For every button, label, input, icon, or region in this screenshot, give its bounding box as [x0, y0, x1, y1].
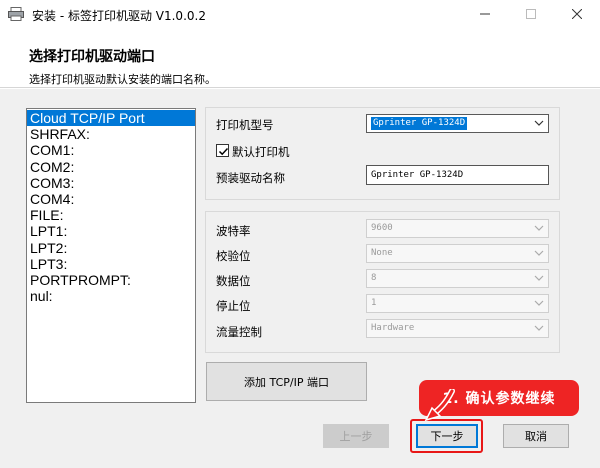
baud-rate-select[interactable]: 9600	[366, 219, 549, 238]
arrow-icon	[424, 389, 455, 422]
wizard-body: Cloud TCP/IP Port SHRFAX: COM1: COM2: COM3: C…	[0, 89, 600, 468]
port-item[interactable]: FILE:	[27, 207, 195, 223]
port-item[interactable]: PORTPROMPT:	[27, 272, 195, 288]
parity-select[interactable]: None	[366, 244, 549, 263]
port-item[interactable]: Cloud TCP/IP Port	[27, 110, 195, 127]
chevron-down-icon	[534, 225, 544, 231]
stop-bits-value: 1	[371, 298, 377, 308]
baud-rate-value: 9600	[371, 223, 393, 233]
chevron-down-icon	[534, 325, 544, 331]
wizard-header: 选择打印机驱动端口 选择打印机驱动默认安装的端口名称。	[0, 28, 600, 88]
port-item[interactable]: COM2:	[27, 159, 195, 175]
window-title: 安装 - 标签打印机驱动 V1.0.0.2	[32, 9, 206, 23]
port-item[interactable]: nul:	[27, 288, 195, 304]
port-item[interactable]: COM3:	[27, 175, 195, 191]
cancel-button[interactable]: 取消	[503, 424, 569, 448]
chevron-down-icon	[534, 300, 544, 306]
data-bits-select[interactable]: 8	[366, 269, 549, 288]
default-printer-label: 默认打印机	[232, 145, 290, 159]
port-item[interactable]: LPT3:	[27, 256, 195, 272]
port-item[interactable]: COM1:	[27, 142, 195, 158]
page-subtitle: 选择打印机驱动默认安装的端口名称。	[29, 73, 216, 86]
stop-bits-select[interactable]: 1	[366, 294, 549, 313]
chevron-down-icon	[534, 275, 544, 281]
add-tcp-port-button[interactable]: 添加 TCP/IP 端口	[206, 362, 367, 401]
maximize-button[interactable]	[508, 0, 554, 28]
chevron-down-icon	[534, 250, 544, 256]
stop-bits-label: 停止位	[216, 299, 251, 313]
flow-control-label: 流量控制	[216, 325, 262, 339]
port-item[interactable]: COM4:	[27, 191, 195, 207]
printer-model-select[interactable]: Gprinter GP-1324D	[366, 114, 549, 133]
close-button[interactable]	[554, 0, 600, 28]
driver-name-input[interactable]: Gprinter GP-1324D	[366, 165, 549, 185]
parity-label: 校验位	[216, 249, 251, 263]
data-bits-label: 数据位	[216, 274, 251, 288]
baud-rate-label: 波特率	[216, 224, 251, 238]
page-title: 选择打印机驱动端口	[29, 49, 155, 65]
next-button[interactable]: 下一步	[416, 424, 478, 448]
chevron-down-icon	[534, 120, 544, 126]
checkmark-icon	[218, 147, 229, 156]
default-printer-checkbox[interactable]	[216, 144, 229, 157]
port-listbox[interactable]: Cloud TCP/IP Port SHRFAX: COM1: COM2: COM3: C…	[26, 108, 196, 403]
printer-model-label: 打印机型号	[216, 118, 274, 132]
parity-value: None	[371, 248, 393, 258]
data-bits-value: 8	[371, 273, 377, 283]
installer-icon	[8, 7, 24, 21]
printer-model-value: Gprinter GP-1324D	[371, 117, 468, 130]
port-item[interactable]: LPT1:	[27, 223, 195, 239]
title-bar: 安装 - 标签打印机驱动 V1.0.0.2	[0, 0, 600, 28]
flow-control-value: Hardware	[371, 323, 415, 333]
flow-control-select[interactable]: Hardware	[366, 319, 549, 338]
port-item[interactable]: LPT2:	[27, 240, 195, 256]
minimize-button[interactable]	[462, 0, 508, 28]
back-button[interactable]: 上一步	[323, 424, 389, 448]
port-item[interactable]: SHRFAX:	[27, 126, 195, 142]
driver-name-label: 预装驱动名称	[216, 171, 285, 185]
